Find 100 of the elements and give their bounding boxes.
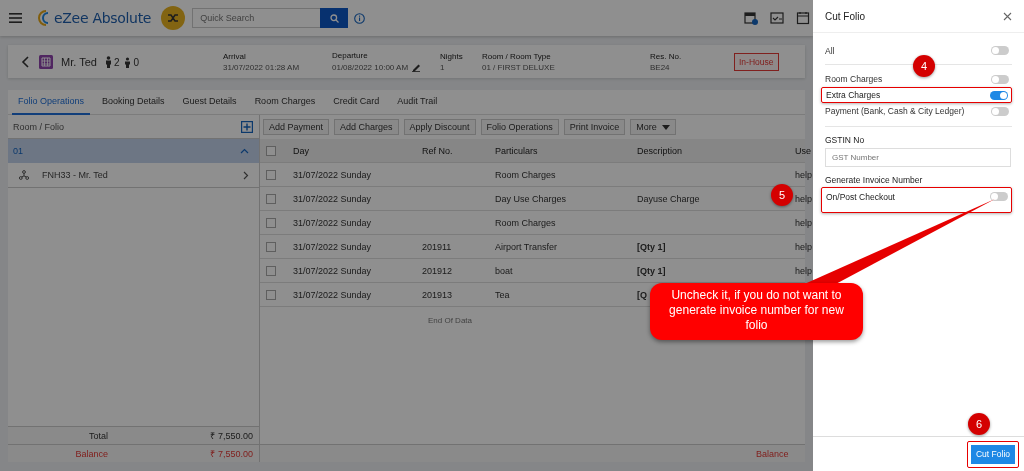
tab[interactable]: Guest Details — [176, 89, 243, 115]
calendar-check-icon[interactable] — [770, 11, 784, 25]
adult-count: 2 — [113, 56, 120, 68]
room-label: 01 — [13, 146, 23, 156]
field-label: Nights — [440, 51, 464, 61]
callout-bubble: Uncheck it, if you do not want to generate invoice number for new folio — [650, 283, 863, 340]
table-cell: Room Charges — [495, 217, 556, 228]
toolbar-button[interactable]: Print Invoice — [563, 119, 626, 135]
adult-icon — [104, 55, 112, 68]
guest-name: Mr. Ted — [61, 55, 97, 68]
column-header: Room / Folio — [13, 121, 65, 132]
table-cell: 201913 — [422, 289, 453, 300]
checkbox[interactable] — [266, 193, 276, 204]
column-header: Particulars — [495, 145, 539, 156]
balance-label: Balance — [74, 448, 108, 459]
total-amount: ₹ 7,550.00 — [209, 430, 254, 442]
table-cell: 31/07/2022 Sunday — [293, 241, 372, 252]
table-cell: 31/07/2022 Sunday — [293, 217, 372, 228]
table-cell: 31/07/2022 Sunday — [293, 169, 372, 180]
field-label: GSTIN No — [825, 135, 866, 145]
toolbar-button[interactable]: Apply Discount — [403, 119, 476, 135]
gstin-field[interactable]: GST Number — [825, 148, 1011, 167]
toggle-label: Extra Charges — [826, 90, 881, 100]
info-icon[interactable] — [354, 12, 366, 24]
balance-label: Balance — [756, 448, 789, 459]
network-icon — [19, 170, 29, 180]
balance-amount: ₹ 7,550.00 — [209, 448, 254, 460]
toggle-label: On/Post Checkout — [826, 192, 895, 202]
tab[interactable]: Booking Details — [96, 89, 171, 115]
field-value: 01 / FIRST DELUXE — [482, 62, 555, 72]
field-value: BE24 — [650, 62, 670, 72]
table-cell: boat — [495, 265, 513, 276]
total-label: Total — [88, 430, 108, 441]
table-cell: [Q — [637, 289, 647, 300]
logo-icon — [37, 9, 51, 27]
folio-label: FNH33 - Mr. Ted — [42, 170, 109, 180]
checkbox[interactable] — [266, 217, 276, 228]
child-count: 0 — [133, 56, 139, 68]
checkbox[interactable] — [266, 265, 276, 276]
tab[interactable]: Audit Trail — [391, 89, 444, 115]
tab[interactable]: Credit Card — [327, 89, 386, 115]
table-cell: help — [795, 241, 812, 252]
field-value: 1 — [440, 62, 445, 72]
column-header: Use — [795, 145, 812, 156]
folio-room-row[interactable]: 01 — [8, 139, 259, 163]
toggle-switch[interactable] — [990, 192, 1008, 201]
caret-down-icon — [661, 124, 670, 130]
status-badge: In-House — [734, 52, 779, 71]
toolbar-button[interactable]: Add Charges — [334, 119, 399, 135]
search-icon — [329, 13, 339, 23]
checkbox[interactable] — [266, 241, 276, 252]
table-cell: help — [795, 217, 812, 228]
close-icon[interactable] — [1003, 11, 1012, 21]
chevron-right-icon — [243, 170, 249, 180]
search-field[interactable]: Quick Search — [192, 8, 321, 28]
toolbar-button[interactable]: Folio Operations — [480, 119, 559, 135]
table-cell: 201911 — [422, 241, 452, 252]
toggle-switch[interactable] — [991, 106, 1009, 116]
toolbar-button[interactable]: Add Payment — [263, 119, 330, 135]
pencil-icon[interactable] — [411, 62, 422, 72]
calendar-icon[interactable] — [796, 11, 810, 25]
section-label: Generate Invoice Number — [825, 175, 924, 185]
building-icon — [39, 54, 53, 69]
column-header: Description — [637, 145, 684, 156]
toggle-switch[interactable] — [990, 90, 1008, 100]
tab[interactable]: Room Charges — [248, 89, 322, 115]
field-label: Departure — [332, 51, 369, 60]
checkbox[interactable] — [266, 289, 276, 300]
table-cell: [Qty 1] — [637, 265, 666, 276]
caret-up-icon[interactable] — [240, 148, 249, 154]
calendar-icon[interactable] — [744, 11, 758, 25]
panel-title: Cut Folio — [825, 10, 865, 22]
child-icon — [124, 56, 132, 68]
cut-folio-button[interactable]: Cut Folio — [971, 444, 1015, 464]
search-button[interactable] — [320, 8, 349, 28]
logo-text: eZee Absolute — [54, 10, 152, 26]
checkbox[interactable] — [266, 169, 276, 180]
table-cell: Room Charges — [495, 169, 556, 180]
table-cell: 31/07/2022 Sunday — [293, 289, 372, 300]
field-label: Room / Room Type — [482, 51, 552, 61]
table-cell: help — [795, 169, 812, 180]
table-cell: help — [795, 265, 812, 276]
toggle-label: Payment (Bank, Cash & City Ledger) — [825, 106, 965, 116]
checkbox[interactable] — [266, 145, 276, 156]
field-value: 01/08/2022 10:00 AM — [332, 62, 409, 72]
toggle-switch[interactable] — [991, 46, 1009, 55]
add-icon[interactable] — [241, 120, 253, 133]
table-cell: [Qty 1] — [637, 241, 666, 252]
menu-icon[interactable] — [9, 12, 23, 24]
table-cell: help — [795, 193, 812, 204]
back-icon[interactable] — [21, 55, 29, 68]
table-cell: 31/07/2022 Sunday — [293, 265, 372, 276]
toggle-label: All — [825, 45, 835, 56]
dropdown-button[interactable]: More — [630, 119, 676, 135]
table-cell: 31/07/2022 Sunday — [293, 193, 372, 204]
field-value: 31/07/2022 01:28 AM — [223, 62, 300, 72]
column-header: Ref No. — [422, 145, 454, 156]
field-label: Res. No. — [650, 51, 683, 61]
shuffle-icon[interactable] — [161, 6, 186, 30]
toggle-switch[interactable] — [991, 74, 1009, 84]
